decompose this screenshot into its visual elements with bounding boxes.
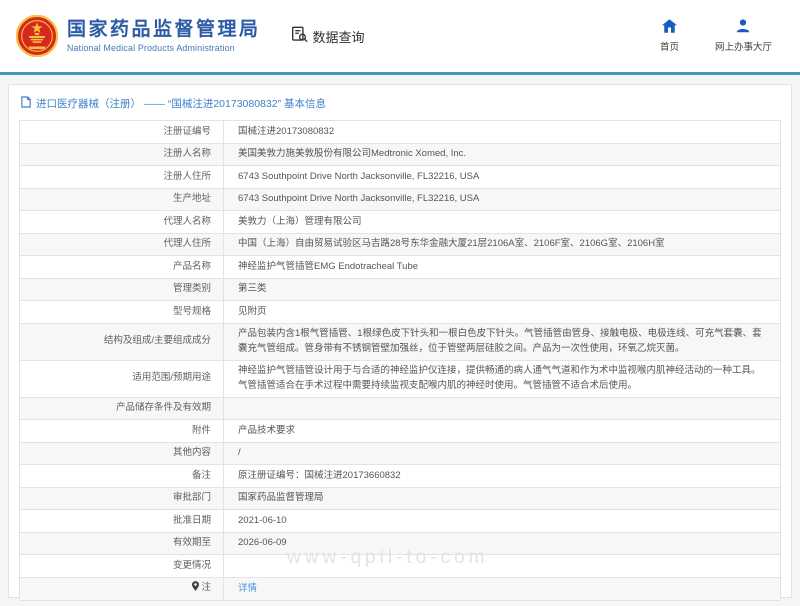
nav-data-query-label: 数据查询 [313, 27, 365, 46]
field-value [224, 555, 781, 578]
nav-data-query[interactable]: 数据查询 [291, 26, 365, 46]
info-table: 注册证编号国械注进20173080832注册人名称美国美敦力施美敦股份有限公司M… [19, 120, 781, 601]
field-value: 2026-06-09 [224, 532, 781, 555]
national-emblem-icon [16, 15, 58, 57]
field-label-text: 注 [201, 582, 211, 593]
field-value: 第三类 [224, 278, 781, 301]
field-label: 有效期至 [20, 532, 224, 555]
table-row: 产品储存条件及有效期 [20, 397, 781, 420]
breadcrumb-text: 进口医疗器械（注册） —— “国械注进20173080832” 基本信息 [36, 96, 326, 111]
home-icon [662, 19, 677, 36]
breadcrumb: 进口医疗器械（注册） —— “国械注进20173080832” 基本信息 [19, 91, 781, 120]
table-row: 型号规格见附页 [20, 301, 781, 324]
table-row: 审批部门国家药品监督管理局 [20, 487, 781, 510]
field-label: 适用范围/预期用途 [20, 360, 224, 397]
field-label: 批准日期 [20, 510, 224, 533]
document-search-icon [291, 26, 308, 46]
table-row: 注册人名称美国美敦力施美敦股份有限公司Medtronic Xomed, Inc. [20, 143, 781, 166]
field-label: 型号规格 [20, 301, 224, 324]
table-row: 备注原注册证编号：国械注进20173660832 [20, 465, 781, 488]
table-row: 注册证编号国械注进20173080832 [20, 121, 781, 144]
field-value: 详情 [224, 577, 781, 601]
field-value: / [224, 442, 781, 465]
field-value: 产品包装内含1根气管插管、1根绿色皮下针头和一根白色皮下针头。气管插管由管身、接… [224, 323, 781, 360]
details-link[interactable]: 详情 [238, 583, 257, 594]
field-value: 美敦力（上海）管理有限公司 [224, 211, 781, 234]
field-label: 审批部门 [20, 487, 224, 510]
table-row: 结构及组成/主要组成成分产品包装内含1根气管插管、1根绿色皮下针头和一根白色皮下… [20, 323, 781, 360]
field-label: 注册人住所 [20, 166, 224, 189]
document-icon [21, 96, 31, 111]
field-label: 生产地址 [20, 188, 224, 211]
person-icon [736, 19, 750, 36]
field-label: 注册人名称 [20, 143, 224, 166]
content-container: 进口医疗器械（注册） —— “国械注进20173080832” 基本信息 注册证… [8, 84, 792, 598]
nav-service-hall[interactable]: 网上办事大厅 [715, 19, 772, 53]
field-value: 2021-06-10 [224, 510, 781, 533]
field-label: 管理类别 [20, 278, 224, 301]
table-row: 适用范围/预期用途神经监护气管插管设计用于与合适的神经监护仪连接，提供畅通的病人… [20, 360, 781, 397]
table-row: 有效期至2026-06-09 [20, 532, 781, 555]
field-value [224, 397, 781, 420]
table-row: 注 详情 [20, 577, 781, 601]
table-row: 注册人住所6743 Southpoint Drive North Jackson… [20, 166, 781, 189]
site-title: 国家药品监督管理局 [67, 19, 261, 41]
field-value: 见附页 [224, 301, 781, 324]
pin-icon [192, 581, 199, 597]
nav-home[interactable]: 首页 [660, 19, 679, 53]
field-label: 附件 [20, 420, 224, 443]
field-label: 备注 [20, 465, 224, 488]
field-label: 变更情况 [20, 555, 224, 578]
field-label: 代理人名称 [20, 211, 224, 234]
table-row: 管理类别第三类 [20, 278, 781, 301]
field-value: 6743 Southpoint Drive North Jacksonville… [224, 166, 781, 189]
field-value: 国械注进20173080832 [224, 121, 781, 144]
page-background: 进口医疗器械（注册） —— “国械注进20173080832” 基本信息 注册证… [0, 75, 800, 606]
table-row: 产品名称神经监护气管插管EMG Endotracheal Tube [20, 256, 781, 279]
site-header: 国家药品监督管理局 National Medical Products Admi… [0, 0, 800, 72]
table-row: 批准日期2021-06-10 [20, 510, 781, 533]
nav-service-hall-label: 网上办事大厅 [715, 39, 772, 53]
field-value: 原注册证编号：国械注进20173660832 [224, 465, 781, 488]
field-value: 产品技术要求 [224, 420, 781, 443]
field-label: 代理人住所 [20, 233, 224, 256]
site-subtitle: National Medical Products Administration [67, 43, 261, 53]
field-value: 美国美敦力施美敦股份有限公司Medtronic Xomed, Inc. [224, 143, 781, 166]
brand: 国家药品监督管理局 National Medical Products Admi… [16, 15, 261, 57]
field-value: 6743 Southpoint Drive North Jacksonville… [224, 188, 781, 211]
field-label: 产品名称 [20, 256, 224, 279]
table-row: 其他内容/ [20, 442, 781, 465]
nav-home-label: 首页 [660, 39, 679, 53]
table-row: 代理人住所中国（上海）自由贸易试验区马吉路28号东华金融大厦21层2106A室、… [20, 233, 781, 256]
field-label: 其他内容 [20, 442, 224, 465]
table-row: 生产地址6743 Southpoint Drive North Jacksonv… [20, 188, 781, 211]
field-value: 神经监护气管插管EMG Endotracheal Tube [224, 256, 781, 279]
field-label: 注 [20, 577, 224, 601]
field-label: 产品储存条件及有效期 [20, 397, 224, 420]
field-value: 神经监护气管插管设计用于与合适的神经监护仪连接，提供畅通的病人通气气道和作为术中… [224, 360, 781, 397]
field-label: 注册证编号 [20, 121, 224, 144]
table-row: 附件产品技术要求 [20, 420, 781, 443]
field-label: 结构及组成/主要组成成分 [20, 323, 224, 360]
info-table-body: 注册证编号国械注进20173080832注册人名称美国美敦力施美敦股份有限公司M… [20, 121, 781, 601]
field-value: 中国（上海）自由贸易试验区马吉路28号东华金融大厦21层2106A室、2106F… [224, 233, 781, 256]
table-row: 代理人名称美敦力（上海）管理有限公司 [20, 211, 781, 234]
field-value: 国家药品监督管理局 [224, 487, 781, 510]
table-row: 变更情况 [20, 555, 781, 578]
